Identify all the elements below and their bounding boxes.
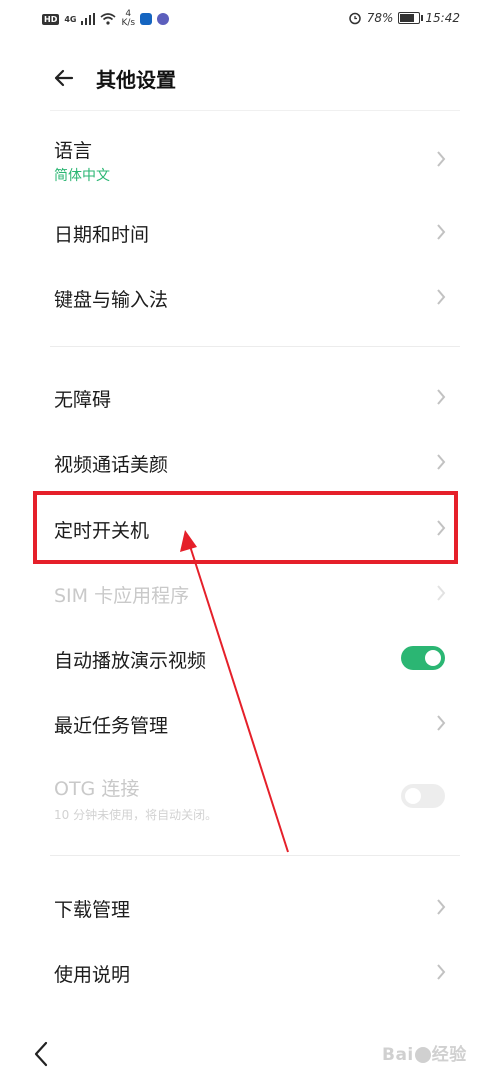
setting-label: 日期和时间 [54,224,150,246]
setting-recent-tasks[interactable]: 最近任务管理 [0,693,500,753]
status-left: HD 4G 4 K/s [42,10,170,28]
chevron-right-icon [437,289,446,305]
app-notification-icon [140,13,153,25]
toggle-knob [425,650,441,666]
battery-percent: 78% [366,11,394,25]
otg-toggle [401,784,445,808]
setting-label: 无障碍 [54,389,112,411]
setting-label: 最近任务管理 [54,715,169,737]
page-title: 其他设置 [96,68,176,92]
signal-bars-icon [81,13,96,25]
setting-label: SIM 卡应用程序 [54,585,190,607]
chevron-right-icon [437,454,446,470]
arrow-left-icon[interactable] [50,64,78,92]
header-divider [50,110,460,111]
autoplay-toggle[interactable] [401,646,445,670]
chevron-right-icon [437,964,446,980]
setting-label: 自动播放演示视频 [54,650,207,672]
watermark: Bai 经验 [382,1040,467,1065]
chevron-right-icon [437,585,446,601]
setting-description: 10 分钟未使用，将自动关闭。 [54,808,218,822]
alarm-icon [348,12,361,25]
status-right: 78% 15:42 [348,11,460,25]
app-notification-icon-2 [157,13,170,25]
net-speed: 4 K/s [121,10,135,28]
setting-label: 语言 [54,140,93,162]
highlight-box [33,491,458,564]
setting-label: 下载管理 [54,899,131,921]
status-bar: HD 4G 4 K/s 78% 15:42 [0,0,500,40]
chevron-right-icon [437,224,446,240]
setting-autoplay-demo: 自动播放演示视频 [0,628,500,688]
watermark-right: 经验 [431,1045,467,1065]
nav-back-icon[interactable] [32,1040,50,1068]
setting-sim-apps: SIM 卡应用程序 [0,563,500,623]
app-header: 其他设置 [0,56,500,102]
paw-icon [414,1047,431,1063]
setting-date-time[interactable]: 日期和时间 [0,202,500,262]
setting-keyboard[interactable]: 键盘与输入法 [0,267,500,327]
setting-label: OTG 连接 [54,778,140,800]
battery-icon [398,12,424,24]
setting-label: 视频通话美颜 [54,454,169,476]
setting-video-beauty[interactable]: 视频通话美颜 [0,432,500,492]
setting-accessibility[interactable]: 无障碍 [0,367,500,427]
setting-label: 使用说明 [54,964,131,986]
setting-otg: OTG 连接 10 分钟未使用，将自动关闭。 [0,762,500,834]
section-divider [50,855,460,856]
clock: 15:42 [425,11,460,25]
watermark-left: Bai [382,1045,414,1065]
net-speed-unit: K/s [121,18,136,28]
chevron-right-icon [437,389,446,405]
wifi-icon [100,13,117,25]
signal-icon: 4G [64,14,77,24]
section-divider [50,346,460,347]
setting-label: 键盘与输入法 [54,289,169,311]
setting-instructions[interactable]: 使用说明 [0,942,500,1002]
setting-downloads[interactable]: 下载管理 [0,877,500,937]
chevron-right-icon [437,151,446,167]
toggle-knob [405,788,421,804]
hd-badge: HD [42,13,60,25]
battery-fill [400,14,414,22]
setting-value: 简体中文 [54,168,110,184]
chevron-right-icon [437,899,446,915]
setting-language[interactable]: 语言 简体中文 [0,128,500,194]
chevron-right-icon [437,715,446,731]
